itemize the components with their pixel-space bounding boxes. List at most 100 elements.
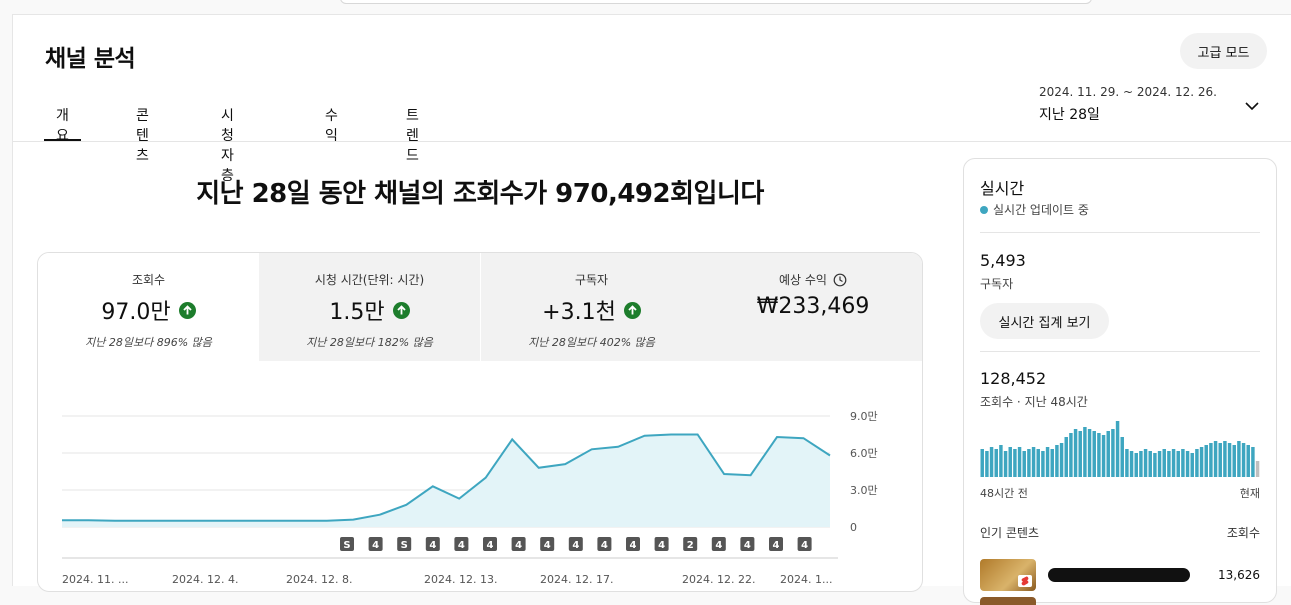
y-tick-label: 3.0만: [850, 484, 878, 497]
realtime-bar: [1153, 453, 1156, 477]
upload-count-label: 2: [687, 540, 694, 551]
realtime-bar: [995, 449, 998, 477]
realtime-bar: [1237, 441, 1240, 477]
realtime-bar: [1247, 445, 1250, 477]
realtime-bar: [1018, 447, 1021, 477]
realtime-bar: [1214, 441, 1217, 477]
realtime-views: 128,452: [980, 369, 1046, 388]
realtime-bar: [981, 449, 984, 477]
divider: [980, 351, 1260, 352]
metric-subscribers[interactable]: 구독자 +3.1천 지난 28일보다 402% 많음: [481, 253, 702, 361]
metric-tabs: 조회수 97.0만 지난 28일보다 896% 많음 시청 시간(단위: 시간)…: [38, 253, 923, 361]
realtime-bar: [1116, 421, 1119, 477]
realtime-bar: [999, 445, 1002, 477]
realtime-bar: [1177, 451, 1180, 477]
upload-count-label: 4: [630, 540, 637, 551]
tab-revenue[interactable]: 수익: [325, 105, 338, 141]
realtime-bar: [1013, 449, 1016, 477]
popular-views-label: 조회수: [1227, 524, 1260, 541]
realtime-bar: [1125, 449, 1128, 477]
page-title: 채널 분석: [45, 39, 135, 73]
realtime-bar: [1027, 449, 1030, 477]
realtime-bar: [1093, 431, 1096, 477]
realtime-to-label: 현재: [1240, 485, 1260, 501]
realtime-bar: [1228, 443, 1231, 477]
chevron-down-icon[interactable]: [1243, 97, 1261, 115]
realtime-bar: [1004, 451, 1007, 477]
metric-value: 1.5만: [329, 294, 384, 326]
realtime-bar: [1172, 449, 1175, 477]
realtime-bar: [1223, 441, 1226, 477]
date-range[interactable]: 2024. 11. 29. ~ 2024. 12. 26.: [1039, 85, 1217, 99]
realtime-bar: [1135, 453, 1138, 477]
metric-revenue[interactable]: 예상 수익 ₩233,469: [702, 253, 923, 361]
realtime-bar: [990, 447, 993, 477]
metric-comparison: 지난 28일보다 182% 많음: [259, 334, 480, 350]
redacted-video-title: [1048, 568, 1190, 582]
realtime-bar: [1069, 433, 1072, 477]
video-thumbnail[interactable]: [980, 559, 1036, 591]
realtime-bar: [1037, 449, 1040, 477]
tab-trends[interactable]: 트렌드: [406, 105, 419, 141]
realtime-bar: [1032, 447, 1035, 477]
realtime-bar: [1107, 431, 1110, 477]
tab-audience[interactable]: 시청자층: [221, 105, 234, 141]
date-period-label[interactable]: 지난 28일: [1039, 104, 1100, 124]
metric-views[interactable]: 조회수 97.0만 지난 28일보다 896% 많음: [38, 253, 259, 361]
realtime-bar: [1102, 435, 1105, 477]
realtime-bar: [1144, 449, 1147, 477]
area-fill: [62, 435, 830, 528]
tab-content[interactable]: 콘텐츠: [136, 105, 149, 141]
metric-watch-time[interactable]: 시청 시간(단위: 시간) 1.5만 지난 28일보다 182% 많음: [259, 253, 480, 361]
overview-card: 조회수 97.0만 지난 28일보다 896% 많음 시청 시간(단위: 시간)…: [37, 252, 923, 592]
realtime-bar-chart[interactable]: [980, 417, 1260, 477]
x-tick-label: 2024. 12. 4.: [172, 573, 238, 586]
clock-icon: [833, 273, 847, 287]
realtime-title: 실시간: [980, 175, 1024, 199]
live-dot-icon: [980, 206, 988, 214]
realtime-bar: [1191, 453, 1194, 477]
realtime-bar: [1186, 451, 1189, 477]
views-chart: 9.0만6.0만3.0만0S4S444444444244442024. 11. …: [38, 361, 923, 592]
realtime-bar: [1149, 451, 1152, 477]
tab-overview[interactable]: 개요: [56, 105, 69, 141]
upload-count-label: 4: [487, 540, 494, 551]
upload-count-label: S: [343, 540, 350, 551]
metric-comparison: 지난 28일보다 896% 많음: [38, 334, 259, 350]
advanced-mode-button[interactable]: 고급 모드: [1180, 33, 1267, 69]
popular-item-views: 13,626: [1218, 568, 1260, 582]
realtime-bar: [1023, 451, 1026, 477]
upload-count-label: 4: [372, 540, 379, 551]
video-thumbnail[interactable]: [980, 597, 1036, 605]
realtime-card: 실시간 실시간 업데이트 중 5,493 구독자 실시간 집계 보기 128,4…: [963, 158, 1277, 603]
realtime-bar: [1060, 443, 1063, 477]
shorts-icon: [1018, 575, 1032, 587]
search-bar-edge[interactable]: [340, 0, 1092, 4]
divider: [980, 232, 1260, 233]
realtime-bar: [1256, 461, 1259, 477]
arrow-up-icon: [624, 302, 641, 319]
realtime-subscribers-label: 구독자: [980, 275, 1013, 292]
y-tick-label: 0: [850, 521, 857, 534]
upload-count-label: 4: [515, 540, 522, 551]
x-tick-label: 2024. 12. 8.: [286, 573, 352, 586]
metric-label: 시청 시간(단위: 시간): [315, 271, 424, 288]
realtime-bar: [1167, 451, 1170, 477]
realtime-bar: [1121, 437, 1124, 477]
x-tick-label: 2024. 12. 22.: [682, 573, 755, 586]
upload-count-label: 4: [429, 540, 436, 551]
realtime-view-button[interactable]: 실시간 집계 보기: [980, 303, 1109, 339]
realtime-bar: [1083, 427, 1086, 477]
upload-count-label: 4: [715, 540, 722, 551]
realtime-bar: [1219, 443, 1222, 477]
x-tick-label: 2024. 11. ...: [62, 573, 128, 586]
upload-count-label: 4: [773, 540, 780, 551]
realtime-bar: [1111, 429, 1114, 477]
y-tick-label: 6.0만: [850, 447, 878, 460]
upload-count-label: 4: [544, 540, 551, 551]
realtime-status: 실시간 업데이트 중: [980, 201, 1089, 218]
realtime-bar: [1055, 445, 1058, 477]
realtime-subscribers: 5,493: [980, 251, 1026, 270]
analytics-panel: 채널 분석 고급 모드 개요 콘텐츠 시청자층 수익 트렌드 2024. 11.…: [12, 14, 1291, 586]
metric-label: 구독자: [575, 271, 608, 288]
